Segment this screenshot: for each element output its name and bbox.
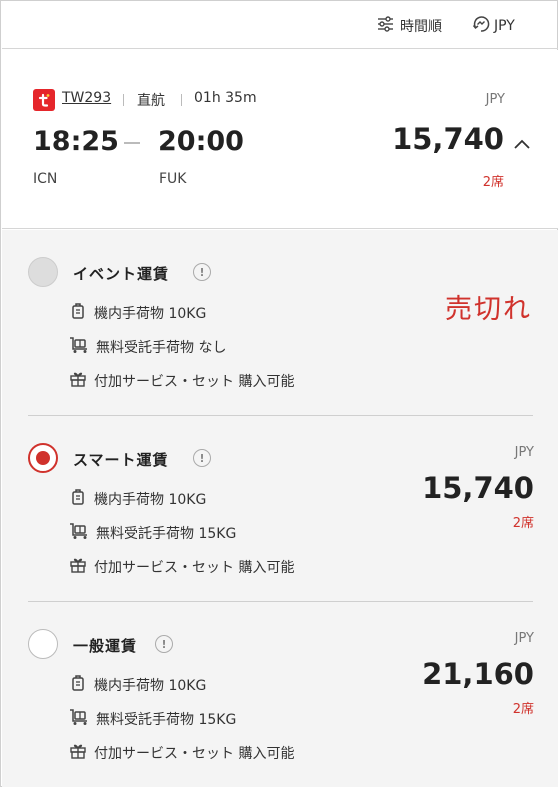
info-icon[interactable]: ! (193, 263, 211, 281)
sliders-icon (377, 16, 394, 36)
fare-price: 15,740 (422, 471, 534, 505)
feature-service: 付加サービス・セット 購入可能 (69, 370, 294, 392)
departure-airport: ICN (33, 171, 58, 187)
tway-logo-icon (33, 89, 55, 111)
fare-option-normal[interactable]: 一般運賃 ! JPY 21,160 2席 機内手荷物 10KG 無料受託手荷物 … (2, 602, 558, 787)
feature-text: 無料受託手荷物 15KG (96, 712, 237, 728)
flight-duration: 01h 35m (194, 90, 257, 106)
carry-on-bag-icon (69, 488, 87, 510)
flight-number[interactable]: TW293 (62, 90, 111, 106)
feature-text: 機内手荷物 10KG (94, 492, 207, 508)
fare-selector-panel: 時間順 JPY TW293 直航 01h 35m 18:25 20:00 ICN… (0, 0, 558, 787)
feature-checked-bag: 無料受託手荷物 15KG (69, 708, 236, 730)
feature-text: 無料受託手荷物 なし (96, 340, 227, 356)
feature-text: 付加サービス・セット 購入可能 (94, 746, 295, 762)
feature-service: 付加サービス・セット 購入可能 (69, 742, 294, 764)
toolbar: 時間順 JPY (2, 2, 558, 49)
arrival-airport: FUK (159, 171, 187, 187)
feature-carry-on: 機内手荷物 10KG (69, 674, 206, 696)
sort-button[interactable]: 時間順 (377, 15, 442, 37)
fare-options: イベント運賃 ! 売切れ 機内手荷物 10KG 無料受託手荷物 なし 付加サービ… (2, 230, 558, 787)
fare-radio-smart[interactable] (28, 443, 58, 473)
fare-name: スマート運賃 (73, 451, 169, 469)
fare-option-smart[interactable]: スマート運賃 ! JPY 15,740 2席 機内手荷物 10KG 無料受託手荷… (2, 416, 558, 601)
flight-summary[interactable]: TW293 直航 01h 35m 18:25 20:00 ICN FUK JPY… (2, 50, 558, 229)
feature-text: 機内手荷物 10KG (94, 678, 207, 694)
fare-currency: JPY (514, 631, 534, 646)
currency-exchange-icon (472, 15, 490, 37)
fare-radio-event (28, 257, 58, 287)
chevron-up-icon[interactable] (513, 135, 531, 154)
feature-text: 無料受託手荷物 15KG (96, 526, 237, 542)
summary-seats: 2席 (482, 175, 504, 190)
divider (123, 94, 124, 106)
fare-radio-normal[interactable] (28, 629, 58, 659)
fare-name: 一般運賃 (73, 637, 138, 655)
info-icon[interactable]: ! (155, 635, 173, 653)
sold-out-label: 売切れ (445, 294, 532, 325)
departure-time: 18:25 (33, 126, 119, 157)
fare-currency: JPY (514, 445, 534, 460)
arrival-time: 20:00 (158, 126, 244, 157)
luggage-cart-icon (69, 336, 89, 358)
fare-seats: 2席 (512, 702, 534, 717)
luggage-cart-icon (69, 708, 89, 730)
carry-on-bag-icon (69, 674, 87, 696)
flight-type: 直航 (137, 93, 165, 109)
feature-carry-on: 機内手荷物 10KG (69, 488, 206, 510)
gift-icon (69, 742, 87, 764)
feature-checked-bag: 無料受託手荷物 15KG (69, 522, 236, 544)
feature-text: 付加サービス・セット 購入可能 (94, 374, 295, 390)
fare-name: イベント運賃 (73, 265, 170, 283)
feature-text: 機内手荷物 10KG (94, 306, 207, 322)
summary-price: 15,740 (392, 122, 504, 156)
currency-button[interactable]: JPY (472, 15, 515, 37)
route-dash (124, 142, 140, 144)
feature-text: 付加サービス・セット 購入可能 (94, 560, 295, 576)
sort-label: 時間順 (400, 19, 442, 35)
gift-icon (69, 370, 87, 392)
feature-carry-on: 機内手荷物 10KG (69, 302, 206, 324)
currency-label: JPY (494, 18, 515, 34)
summary-currency: JPY (485, 92, 505, 107)
fare-price: 21,160 (422, 657, 534, 691)
fare-seats: 2席 (512, 516, 534, 531)
luggage-cart-icon (69, 522, 89, 544)
gift-icon (69, 556, 87, 578)
feature-checked-bag: 無料受託手荷物 なし (69, 336, 226, 358)
feature-service: 付加サービス・セット 購入可能 (69, 556, 294, 578)
fare-option-event: イベント運賃 ! 売切れ 機内手荷物 10KG 無料受託手荷物 なし 付加サービ… (2, 230, 558, 415)
carry-on-bag-icon (69, 302, 87, 324)
divider (181, 94, 182, 106)
info-icon[interactable]: ! (193, 449, 211, 467)
